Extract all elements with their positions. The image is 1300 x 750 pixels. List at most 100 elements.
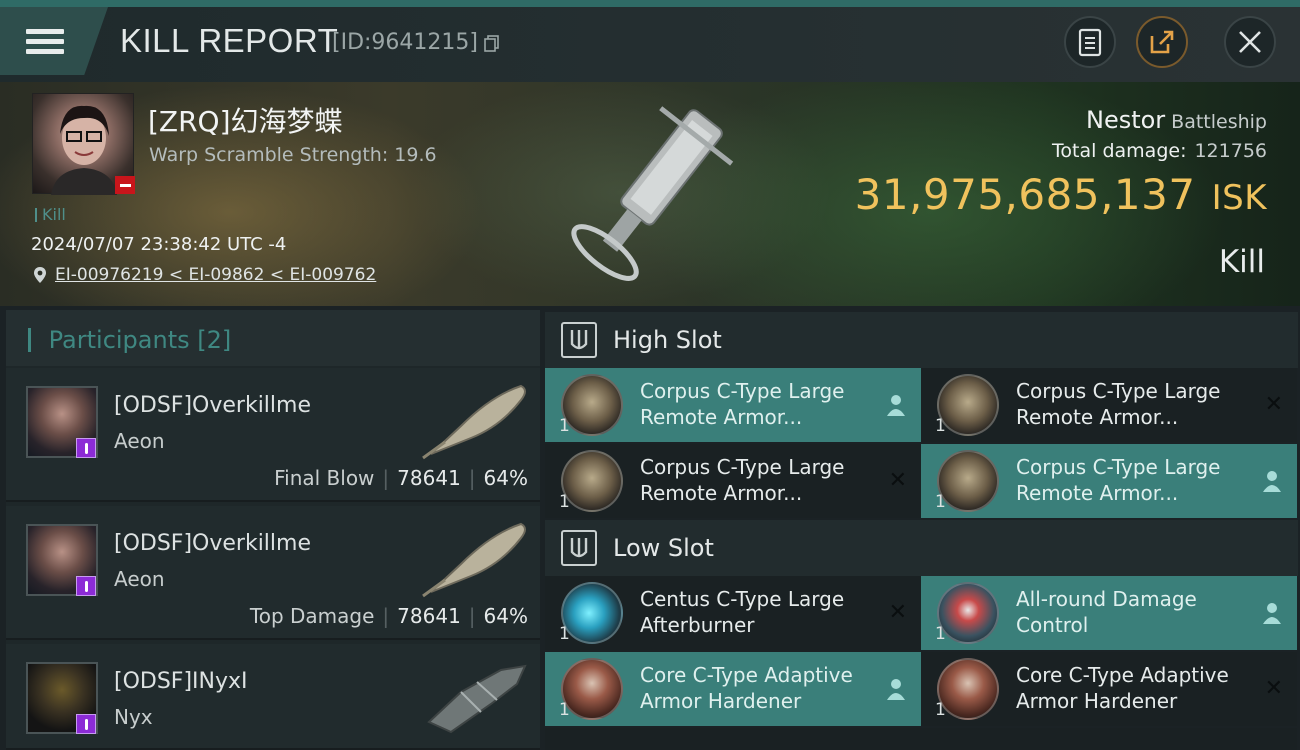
isk-value: 31,975,685,137 ISK (855, 170, 1267, 219)
participant-ship-image (422, 522, 526, 598)
module-slot-partial[interactable] (921, 728, 1297, 750)
participant-ship-image (427, 664, 527, 734)
participant-ship-image (422, 384, 526, 460)
afterburner-module-icon (561, 582, 623, 644)
module-name: Core C-Type Adaptive Armor Hardener (1016, 663, 1229, 713)
total-damage-label: Total damage: (1052, 140, 1187, 162)
participant-name: [ODSF]Overkillme (114, 531, 312, 556)
participant-name: [ODSF]Overkillme (114, 393, 312, 418)
remote-armor-module-icon (561, 374, 623, 436)
module-quantity: 1 (559, 700, 570, 720)
participant-row[interactable]: [ODSF]Overkillme Aeon Final Blow | 78641 | 6… (6, 368, 540, 502)
module-slot[interactable]: 1 Corpus C-Type Large Remote Armor... (545, 368, 921, 442)
remote-armor-module-icon (937, 374, 999, 436)
participants-title: Participants [2] (28, 326, 232, 354)
module-quantity: 1 (935, 700, 946, 720)
location-pin-icon (34, 267, 46, 283)
ship-name: Nestor (1085, 106, 1166, 134)
module-quantity: 1 (935, 492, 946, 512)
remote-armor-module-icon (937, 450, 999, 512)
module-quantity: 1 (935, 416, 946, 436)
page-title: KILL REPORT (120, 22, 339, 59)
module-name: Centus C-Type Large Afterburner (640, 587, 845, 637)
destroyed-x-icon: ✕ (888, 600, 907, 625)
armor-hardener-module-icon (561, 658, 623, 720)
module-slot[interactable]: 1 All-round Damage Control (921, 576, 1297, 650)
module-quantity: 1 (559, 416, 570, 436)
participant-ship: Nyx (114, 705, 153, 729)
participant-damage: 78641 (397, 604, 461, 628)
pilot-icon (887, 679, 905, 700)
close-icon (1239, 31, 1261, 53)
destroyed-x-icon: ✕ (1264, 676, 1283, 701)
participant-percent: 64% (483, 466, 528, 490)
location-link[interactable]: EI-00976219 < EI-09862 < EI-009762 (33, 265, 376, 285)
module-name: Corpus C-Type Large Remote Armor... (640, 455, 845, 505)
participant-stats: Top Damage | 78641 | 64% (249, 604, 528, 628)
high-slot-header: High Slot (545, 312, 1298, 368)
remote-armor-module-icon (561, 450, 623, 512)
location-text: EI-00976219 < EI-09862 < EI-009762 (55, 265, 377, 285)
module-slot[interactable]: 1 Corpus C-Type Large Remote Armor... (921, 444, 1297, 518)
module-slot-partial[interactable] (545, 728, 921, 750)
module-name: All-round Damage Control (1016, 587, 1197, 637)
participant-damage: 78641 (397, 466, 461, 490)
damage-control-module-icon (937, 582, 999, 644)
participant-badge (76, 576, 96, 596)
share-icon (1150, 30, 1174, 54)
clipboard-button[interactable] (1064, 16, 1116, 68)
isk-unit: ISK (1211, 178, 1267, 218)
module-quantity: 1 (559, 624, 570, 644)
module-quantity: 1 (935, 624, 946, 644)
participant-percent: 64% (483, 604, 528, 628)
participant-role: Final Blow (274, 466, 375, 490)
participants-label: Participants (48, 326, 190, 354)
participant-stats: Final Blow | 78641 | 64% (274, 466, 528, 490)
module-slot[interactable]: 1 Corpus C-Type Large Remote Armor... ✕ (921, 368, 1297, 442)
low-slot-header: Low Slot (545, 520, 1298, 576)
isk-amount: 31,975,685,137 (854, 170, 1196, 219)
low-slot-icon (561, 530, 597, 566)
participants-count: [2] (197, 326, 232, 354)
module-slot[interactable]: 1 Core C-Type Adaptive Armor Hardener ✕ (921, 652, 1297, 726)
low-slot-label: Low Slot (613, 534, 714, 562)
module-quantity: 1 (559, 492, 570, 512)
pilot-icon (1263, 471, 1281, 492)
report-id: [ID:9641215] (332, 30, 478, 55)
participant-ship: Aeon (114, 567, 165, 591)
share-button[interactable] (1136, 16, 1188, 68)
ship-class: Battleship (1171, 111, 1267, 133)
menu-icon (26, 24, 64, 59)
victim-ship-image (571, 106, 734, 281)
clipboard-icon (1078, 28, 1102, 57)
kill-datetime: 2024/07/07 23:38:42 UTC -4 (31, 234, 287, 255)
high-slot-icon (561, 322, 597, 358)
module-slot[interactable]: 1 Centus C-Type Large Afterburner ✕ (545, 576, 921, 650)
result-label: Kill (1218, 244, 1265, 280)
top-accent-line (0, 0, 1300, 7)
module-name: Corpus C-Type Large Remote Armor... (1016, 455, 1221, 505)
participant-row[interactable]: [ODSF]Overkillme Aeon Top Damage | 78641 | 6… (6, 506, 540, 640)
participant-name: [ODSF]INyxI (114, 669, 248, 694)
module-name: Corpus C-Type Large Remote Armor... (640, 379, 845, 429)
module-slot[interactable]: 1 Core C-Type Adaptive Armor Hardener (545, 652, 921, 726)
participant-badge (76, 714, 96, 734)
top-bar: KILL REPORT [ID:9641215] (0, 0, 1300, 82)
pilot-icon (887, 395, 905, 416)
module-name: Corpus C-Type Large Remote Armor... (1016, 379, 1221, 429)
participant-badge (76, 438, 96, 458)
high-slot-label: High Slot (613, 326, 722, 354)
close-button[interactable] (1224, 16, 1276, 68)
status-badge (115, 176, 135, 194)
menu-button[interactable] (0, 7, 108, 75)
participant-row[interactable]: [ODSF]INyxI Nyx (6, 644, 540, 750)
module-slot[interactable]: 1 Corpus C-Type Large Remote Armor... ✕ (545, 444, 921, 518)
module-name: Core C-Type Adaptive Armor Hardener (640, 663, 853, 713)
victim-name[interactable]: [ZRQ]幻海梦蝶 (148, 100, 343, 140)
participant-ship: Aeon (114, 429, 165, 453)
victim-ship: Nestor Battleship (1086, 106, 1267, 134)
kill-tag: Kill (35, 205, 66, 224)
armor-hardener-module-icon (937, 658, 999, 720)
copy-icon[interactable] (484, 35, 500, 53)
total-damage: Total damage: 121756 (1052, 140, 1267, 162)
